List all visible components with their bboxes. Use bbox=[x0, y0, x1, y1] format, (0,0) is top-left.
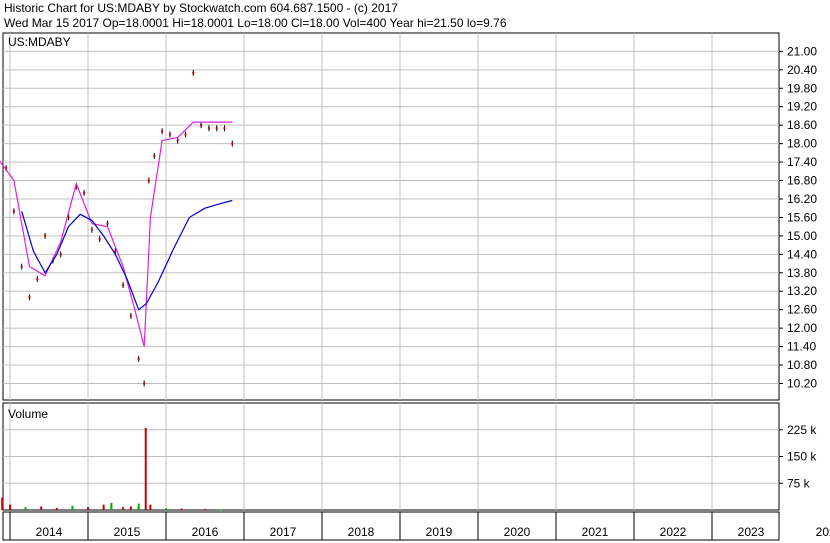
price-tick-label: 18.00 bbox=[787, 137, 817, 151]
price-tick-label: 12.60 bbox=[787, 303, 817, 317]
price-tick-label: 18.60 bbox=[787, 118, 817, 132]
price-point bbox=[223, 127, 226, 130]
price-series bbox=[0, 69, 234, 387]
volume-bar bbox=[137, 503, 140, 510]
price-tick-label: 13.80 bbox=[787, 266, 817, 280]
long-moving-average-line bbox=[21, 199, 233, 311]
price-point bbox=[207, 127, 210, 130]
price-tick-label: 19.80 bbox=[787, 81, 817, 95]
price-tick-label: 12.00 bbox=[787, 321, 817, 335]
price-point bbox=[28, 296, 31, 299]
price-point bbox=[59, 253, 62, 256]
volume-bar bbox=[55, 507, 58, 510]
price-tick-label: 19.20 bbox=[787, 100, 817, 114]
volume-bar bbox=[165, 508, 167, 510]
y-axis-labels: 21.00 20.40 19.80 19.20 18.60 18.00 17.40 16.80… bbox=[787, 44, 817, 490]
price-volume-chart: 21.00 20.40 19.80 19.20 18.60 18.00 17.40 16.80… bbox=[0, 32, 830, 541]
price-tick-label: 16.20 bbox=[787, 192, 817, 206]
price-point bbox=[200, 124, 203, 127]
volume-tick-label: 150 k bbox=[787, 450, 817, 464]
price-tick-label: 21.00 bbox=[787, 44, 817, 58]
price-point bbox=[83, 191, 86, 194]
price-panel-title: US:MDABY bbox=[8, 35, 71, 49]
price-point bbox=[192, 71, 195, 74]
price-point bbox=[98, 237, 101, 240]
price-point bbox=[161, 130, 164, 133]
price-tick-label: 15.60 bbox=[787, 210, 817, 224]
price-point bbox=[36, 277, 39, 280]
price-point bbox=[143, 382, 146, 385]
price-point bbox=[153, 154, 156, 157]
price-point bbox=[129, 314, 132, 317]
x-tick-label: 2016 bbox=[192, 525, 219, 539]
price-point bbox=[137, 357, 140, 360]
price-point bbox=[147, 179, 150, 182]
price-point bbox=[114, 250, 117, 253]
price-point bbox=[176, 139, 179, 142]
price-tick-label: 15.00 bbox=[787, 229, 817, 243]
volume-tick-label: 225 k bbox=[787, 423, 817, 437]
chart-frame bbox=[2, 32, 780, 541]
x-tick-label: 2014 bbox=[36, 525, 63, 539]
volume-bar bbox=[149, 504, 152, 510]
price-tick-label: 10.80 bbox=[787, 358, 817, 372]
volume-bar bbox=[40, 506, 43, 510]
volume-panel-title: Volume bbox=[8, 407, 48, 421]
price-tick-label: 20.40 bbox=[787, 63, 817, 77]
volume-bar bbox=[144, 427, 147, 510]
price-point bbox=[215, 127, 218, 130]
price-point bbox=[20, 265, 23, 268]
x-tick-label: 2022 bbox=[660, 525, 687, 539]
volume-bar bbox=[71, 505, 74, 510]
price-point bbox=[12, 210, 15, 213]
grid-lines bbox=[3, 33, 783, 540]
x-tick-label: 2021 bbox=[582, 525, 609, 539]
volume-bar bbox=[102, 504, 105, 510]
volume-bar bbox=[204, 508, 206, 510]
price-point bbox=[122, 284, 125, 287]
short-moving-average-line bbox=[0, 121, 233, 347]
volume-bar bbox=[122, 507, 125, 510]
volume-bar bbox=[87, 507, 89, 510]
price-tick-label: 14.40 bbox=[787, 247, 817, 261]
volume-bar bbox=[1, 497, 4, 510]
x-tick-label: 2019 bbox=[426, 525, 453, 539]
volume-bar bbox=[110, 502, 113, 510]
x-tick-label: 2017 bbox=[270, 525, 297, 539]
price-point bbox=[168, 133, 171, 136]
x-tick-label: 2024 bbox=[816, 525, 830, 539]
volume-bar bbox=[9, 504, 11, 510]
price-tick-label: 13.20 bbox=[787, 284, 817, 298]
volume-series bbox=[1, 427, 222, 511]
x-tick-label: 2023 bbox=[738, 525, 765, 539]
price-tick-label: 16.80 bbox=[787, 174, 817, 188]
price-tick-label: 11.40 bbox=[787, 340, 816, 354]
x-tick-label: 2015 bbox=[114, 525, 141, 539]
volume-bar bbox=[180, 508, 183, 510]
price-tick-label: 17.40 bbox=[787, 155, 817, 169]
price-point bbox=[184, 133, 187, 136]
x-tick-label: 2018 bbox=[348, 525, 375, 539]
volume-tick-label: 75 k bbox=[787, 476, 811, 490]
x-tick-label: 2020 bbox=[504, 525, 531, 539]
price-point bbox=[231, 142, 234, 145]
price-point bbox=[90, 228, 93, 231]
price-tick-label: 10.20 bbox=[787, 376, 817, 390]
volume-bar bbox=[24, 507, 27, 510]
price-point bbox=[44, 234, 47, 237]
volume-bar bbox=[129, 506, 132, 510]
price-point bbox=[106, 222, 109, 225]
volume-bar bbox=[219, 509, 222, 511]
x-axis-labels: 2014 2015 2016 2017 2018 2019 2020 2021 2022 2023… bbox=[36, 525, 830, 539]
